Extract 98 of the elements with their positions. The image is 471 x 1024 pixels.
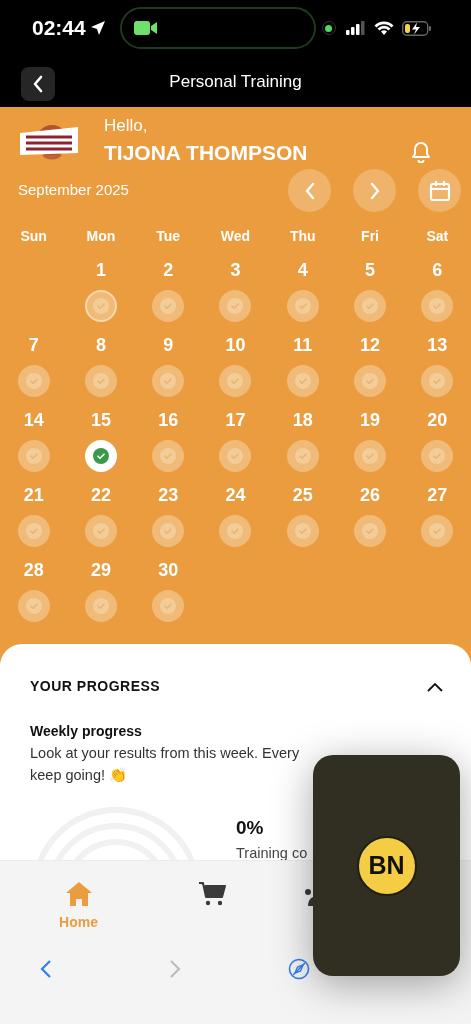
date-number: 5 [365, 259, 376, 281]
chevron-right-icon [368, 181, 381, 200]
battery-charging-icon [401, 20, 432, 36]
weekday-label: Mon [85, 227, 117, 246]
date-number: 11 [293, 334, 313, 356]
weekday-label: Tue [155, 227, 182, 246]
date-number: 9 [163, 334, 174, 356]
day-status-icon[interactable] [152, 365, 185, 397]
location-arrow-icon [89, 20, 106, 36]
date-number: 3 [230, 259, 241, 281]
date-number: 10 [225, 334, 246, 356]
day-status-icon[interactable] [17, 515, 50, 547]
date-number: 21 [23, 484, 44, 506]
day-status-icon[interactable] [219, 290, 252, 322]
signal-icon [345, 21, 366, 35]
date-number: 14 [23, 409, 44, 431]
date-number: 22 [90, 484, 111, 506]
completed-day-icon[interactable] [84, 440, 117, 472]
day-status-icon[interactable] [152, 290, 185, 322]
greeting-text: Hello, [104, 115, 149, 137]
home-icon [64, 881, 93, 907]
chevron-up-icon[interactable] [427, 681, 443, 692]
weekday-label: Thu [288, 227, 317, 246]
wifi-icon [373, 21, 394, 35]
day-status-icon[interactable] [17, 365, 50, 397]
date-number: 27 [427, 484, 448, 506]
percentage-label: Training co [236, 843, 308, 860]
date-number: 15 [90, 409, 111, 431]
clock-time: 02:44 [32, 15, 86, 42]
day-status-icon[interactable] [152, 590, 185, 622]
day-status-icon[interactable] [152, 440, 185, 472]
subtitle: Weekly progress [30, 722, 143, 741]
avatar-initials: BN [356, 835, 417, 896]
day-status-icon[interactable] [17, 440, 50, 472]
date-number: 26 [360, 484, 381, 506]
date-number: 29 [90, 559, 111, 581]
date-number: 12 [360, 334, 381, 356]
day-status-icon[interactable] [219, 365, 252, 397]
day-status-icon[interactable] [84, 515, 117, 547]
weekday-label: Sun [19, 227, 48, 246]
day-status-icon[interactable] [421, 515, 454, 547]
month-label: September 2025 [18, 180, 129, 201]
day-status-icon[interactable] [84, 290, 117, 322]
day-status-icon[interactable] [354, 365, 387, 397]
weekday-label: Wed [219, 227, 252, 246]
date-number: 6 [432, 259, 443, 281]
date-number: 30 [158, 559, 179, 581]
date-number: 18 [292, 409, 313, 431]
day-status-icon[interactable] [421, 365, 454, 397]
date-number: 24 [225, 484, 246, 506]
cart-icon [197, 881, 226, 907]
day-status-icon[interactable] [354, 515, 387, 547]
day-status-icon[interactable] [152, 515, 185, 547]
day-status-icon[interactable] [286, 440, 319, 472]
date-number: 25 [292, 484, 313, 506]
calendar-button[interactable] [418, 169, 461, 212]
back-button[interactable] [21, 67, 55, 101]
next-month-button[interactable] [353, 169, 396, 212]
day-status-icon[interactable] [84, 590, 117, 622]
day-status-icon[interactable] [421, 290, 454, 322]
date-number: 7 [28, 334, 39, 356]
weekday-label: Sat [425, 227, 450, 246]
date-number: 4 [297, 259, 308, 281]
chevron-left-icon [32, 75, 44, 93]
day-status-icon[interactable] [286, 290, 319, 322]
bell-icon[interactable] [411, 141, 431, 163]
day-status-icon[interactable] [286, 365, 319, 397]
chevron-left-icon [303, 181, 316, 200]
description-text: keep going! 👏 [30, 766, 128, 785]
date-number: 23 [158, 484, 179, 506]
description-text: Look at your results from this week. Every [30, 744, 301, 763]
date-number: 16 [158, 409, 179, 431]
date-number: 13 [427, 334, 448, 356]
video-camera-icon [133, 20, 158, 36]
day-status-icon[interactable] [354, 290, 387, 322]
date-number: 17 [225, 409, 246, 431]
day-status-icon[interactable] [219, 440, 252, 472]
date-number: 20 [427, 409, 448, 431]
date-number: 2 [163, 259, 174, 281]
weekday-label: Fri [360, 227, 380, 246]
date-number: 1 [95, 259, 106, 281]
section-title: YOUR PROGRESS [30, 677, 161, 696]
day-status-icon[interactable] [219, 515, 252, 547]
page-title: Personal Training [169, 70, 302, 93]
percentage-value: 0% [236, 816, 265, 840]
video-call-window[interactable]: BN [313, 755, 460, 976]
date-number: 28 [23, 559, 44, 581]
date-number: 19 [360, 409, 381, 431]
calendar-icon [428, 179, 451, 202]
day-status-icon[interactable] [354, 440, 387, 472]
day-status-icon[interactable] [286, 515, 319, 547]
user-name: TIJONA THOMPSON [104, 140, 308, 166]
day-status-icon[interactable] [421, 440, 454, 472]
previous-month-button[interactable] [288, 169, 331, 212]
day-status-icon[interactable] [17, 590, 50, 622]
day-status-icon[interactable] [84, 365, 117, 397]
compass-icon[interactable] [288, 958, 310, 980]
date-number: 8 [95, 334, 106, 356]
